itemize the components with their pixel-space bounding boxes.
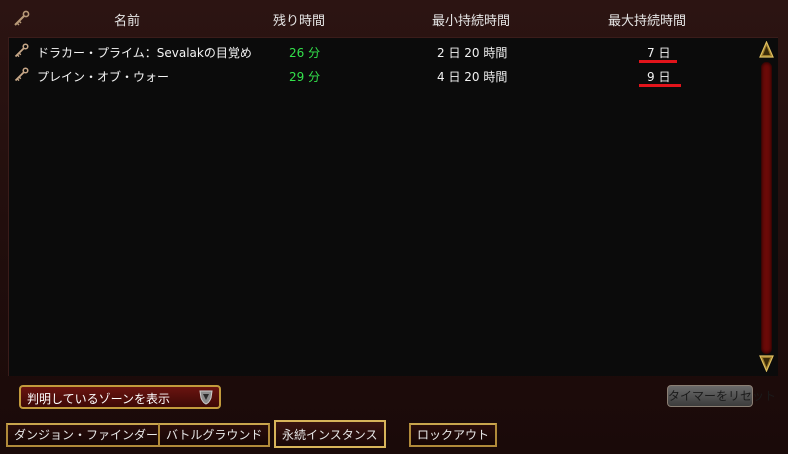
column-header-row: 名前 残り時間 最小持続時間 最大持続時間 (0, 0, 788, 36)
key-icon (14, 67, 29, 82)
max-duration: 7 日 (647, 46, 671, 60)
red-underline-mark (639, 60, 677, 63)
instance-name: プレイン・オブ・ウォー (37, 70, 170, 84)
instance-timers-window: 名前 残り時間 最小持続時間 最大持続時間 ドラカー・プライム：Sevalakの… (0, 0, 788, 454)
table-row[interactable]: プレイン・オブ・ウォー 29 分 4 日 20 時間 9 日 (9, 64, 759, 87)
zone-filter-selected: 判明しているゾーンを表示 (27, 392, 171, 406)
scroll-down-icon[interactable] (759, 354, 774, 372)
tab-bar: ダンジョン・ファインダー バトルグラウンド 永続インスタンス ロックアウト (0, 420, 788, 454)
tab-dungeon-finder[interactable]: ダンジョン・ファインダー (6, 423, 167, 447)
shield-icon (199, 390, 213, 405)
tab-lockouts[interactable]: ロックアウト (409, 423, 498, 447)
zone-filter-dropdown[interactable]: 判明しているゾーンを表示 (19, 385, 221, 409)
tab-persistent-instances[interactable]: 永続インスタンス (274, 420, 386, 448)
scrollbar-track[interactable] (761, 62, 772, 354)
table-row[interactable]: ドラカー・プライム：Sevalakの目覚め 26 分 2 日 20 時間 7 日 (9, 40, 759, 63)
key-icon (14, 10, 30, 26)
tab-battlegrounds[interactable]: バトルグラウンド (158, 423, 271, 447)
scroll-up-icon[interactable] (759, 41, 774, 59)
key-icon (14, 43, 29, 58)
red-underline-mark (639, 84, 681, 87)
column-header-min-duration[interactable]: 最小持続時間 (432, 10, 510, 29)
remaining-time: 29 分 (289, 70, 321, 84)
column-header-name[interactable]: 名前 (114, 10, 140, 29)
instance-list: ドラカー・プライム：Sevalakの目覚め 26 分 2 日 20 時間 7 日… (8, 37, 778, 376)
reset-timers-button[interactable]: タイマーをリセット (667, 385, 776, 407)
column-header-remaining[interactable]: 残り時間 (273, 10, 325, 29)
min-duration: 2 日 20 時間 (437, 46, 508, 60)
instance-name: ドラカー・プライム：Sevalakの目覚め (37, 46, 252, 60)
max-duration: 9 日 (647, 70, 671, 84)
min-duration: 4 日 20 時間 (437, 70, 508, 84)
remaining-time: 26 分 (289, 46, 321, 60)
column-header-max-duration[interactable]: 最大持続時間 (608, 10, 686, 29)
